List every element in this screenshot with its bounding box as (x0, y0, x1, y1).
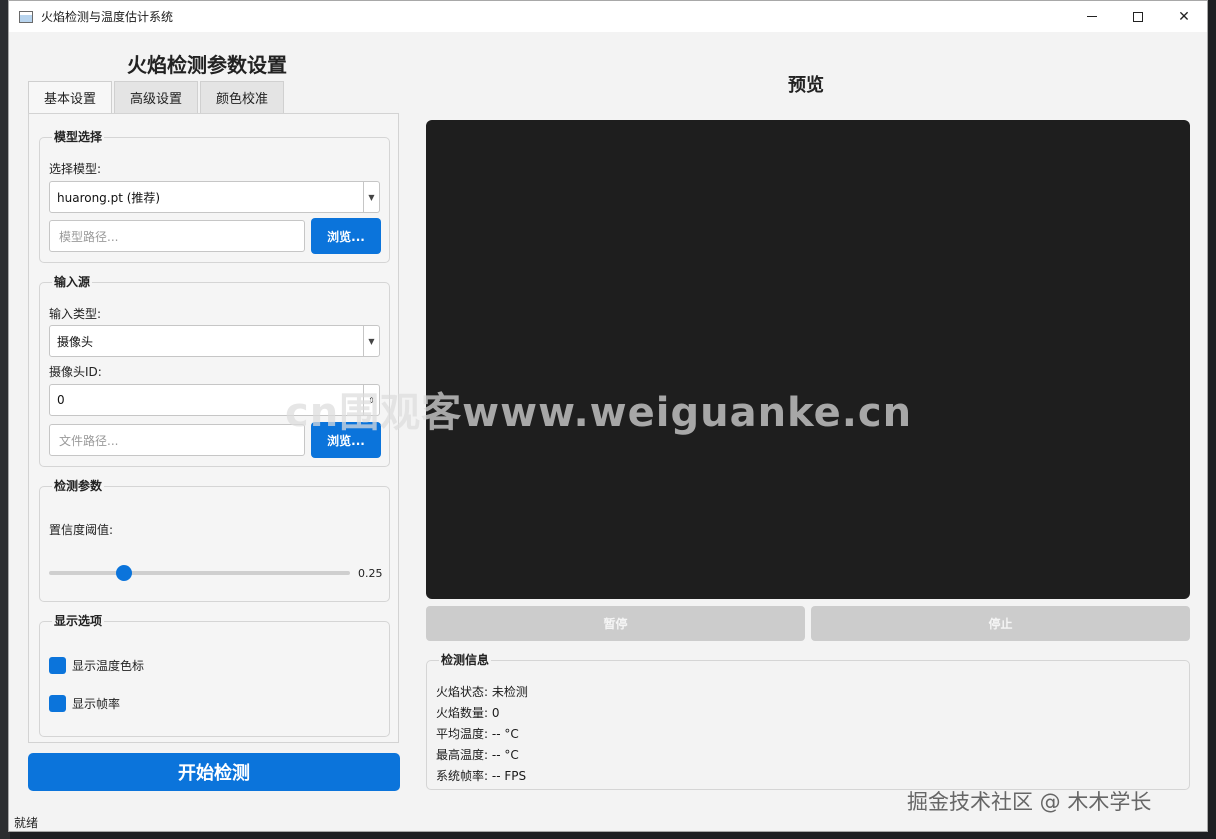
chevron-down-icon: ▼ (363, 326, 379, 356)
start-detection-button[interactable]: 开始检测 (28, 753, 400, 791)
video-preview (426, 120, 1190, 599)
input-source-group: 输入源 输入类型: 摄像头 ▼ 摄像头ID: 0 ⇕ 文件路径... 浏览... (39, 273, 390, 467)
maximize-icon (1133, 11, 1143, 22)
confidence-value: 0.25 (358, 567, 383, 580)
app-icon (19, 10, 33, 23)
model-select-label: 选择模型: (49, 162, 102, 176)
detection-params-group: 检测参数 置信度阈值: 0.25 (39, 477, 390, 602)
flame-count-text: 火焰数量: 0 (436, 706, 500, 720)
close-icon: ✕ (1178, 8, 1190, 25)
settings-tabs: 基本设置 高级设置 颜色校准 (28, 81, 286, 113)
camera-id-label: 摄像头ID: (49, 365, 102, 379)
close-button[interactable]: ✕ (1161, 1, 1207, 32)
detection-info-group: 检测信息 火焰状态: 未检测 火焰数量: 0 平均温度: -- °C 最高温度:… (426, 651, 1190, 790)
model-select[interactable]: huarong.pt (推荐) ▼ (49, 181, 380, 213)
confidence-slider-track[interactable] (49, 571, 350, 575)
model-group: 模型选择 选择模型: huarong.pt (推荐) ▼ 模型路径... 浏览.… (39, 128, 390, 263)
detection-group-title: 检测参数 (52, 477, 105, 494)
checkbox-checked-icon (49, 695, 66, 712)
checkbox-label: 显示帧率 (72, 697, 121, 711)
watermark-text: cn围观客www.weiguanke.cn (285, 390, 913, 436)
stop-button[interactable]: 停止 (811, 606, 1190, 641)
display-options-group: 显示选项 显示温度色标 显示帧率 (39, 612, 390, 737)
window-title: 火焰检测与温度估计系统 (41, 10, 174, 24)
checkbox-checked-icon (49, 657, 66, 674)
info-group-title: 检测信息 (439, 651, 492, 668)
show-temp-colorbar-checkbox[interactable]: 显示温度色标 (49, 657, 144, 674)
preview-title: 预览 (788, 75, 824, 96)
flame-status-text: 火焰状态: 未检测 (436, 685, 528, 699)
tab-color-calibration[interactable]: 颜色校准 (200, 81, 285, 113)
tab-basic[interactable]: 基本设置 (28, 81, 113, 113)
input-type-label: 输入类型: (49, 307, 102, 321)
confidence-slider-handle[interactable] (116, 565, 133, 581)
model-group-title: 模型选择 (52, 128, 105, 145)
credit-text: 掘金技术社区 @ 木木学长 (907, 790, 1152, 814)
input-type-value: 摄像头 (57, 334, 94, 349)
display-group-title: 显示选项 (52, 612, 105, 629)
status-bar: 就绪 (14, 816, 39, 830)
minimize-button[interactable] (1069, 1, 1115, 32)
settings-title: 火焰检测参数设置 (127, 53, 287, 77)
avg-temp-text: 平均温度: -- °C (436, 727, 519, 741)
maximize-button[interactable] (1115, 1, 1161, 32)
title-bar: 火焰检测与温度估计系统 ✕ (9, 1, 1207, 32)
show-fps-checkbox[interactable]: 显示帧率 (49, 695, 120, 712)
camera-id-value: 0 (57, 393, 65, 407)
confidence-label: 置信度阈值: (49, 523, 114, 537)
model-select-value: huarong.pt (推荐) (57, 190, 161, 205)
pause-button[interactable]: 暂停 (426, 606, 805, 641)
input-group-title: 输入源 (52, 273, 93, 290)
checkbox-label: 显示温度色标 (72, 659, 145, 673)
max-temp-text: 最高温度: -- °C (436, 748, 519, 762)
tab-advanced[interactable]: 高级设置 (114, 81, 199, 113)
file-path-input[interactable]: 文件路径... (49, 424, 305, 456)
window-controls: ✕ (1069, 1, 1207, 32)
model-path-input[interactable]: 模型路径... (49, 220, 305, 252)
input-type-select[interactable]: 摄像头 ▼ (49, 325, 380, 357)
fps-text: 系统帧率: -- FPS (436, 769, 527, 783)
chevron-down-icon: ▼ (363, 182, 379, 212)
model-browse-button[interactable]: 浏览... (311, 218, 381, 254)
minimize-icon (1087, 16, 1097, 17)
